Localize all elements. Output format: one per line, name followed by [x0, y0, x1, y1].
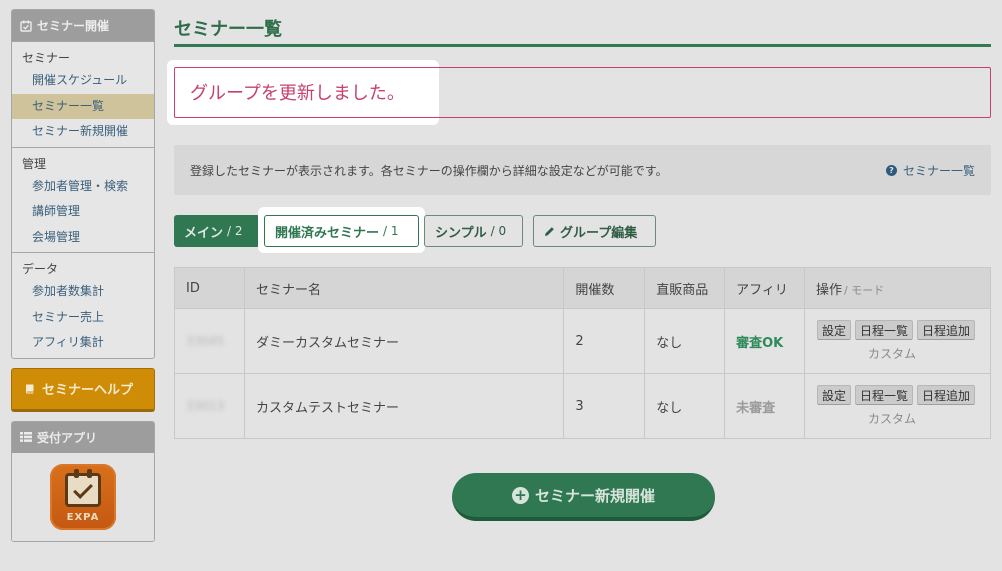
- nav-group-title: データ: [22, 262, 59, 276]
- reception-app-header: 受付アプリ: [12, 421, 154, 453]
- mode-label: / モード: [844, 283, 885, 297]
- sidebar-item-schedule[interactable]: 開催スケジュール: [12, 68, 154, 94]
- sidebar-item-seminar-list[interactable]: セミナー一覧: [12, 93, 154, 119]
- sidebar-item-instructors[interactable]: 講師管理: [12, 199, 154, 225]
- op-buttons: 設定 日程一覧 日程追加: [816, 320, 990, 340]
- grid-icon: [20, 432, 32, 442]
- add-schedule-button[interactable]: 日程追加: [917, 385, 976, 405]
- edit-groups-button[interactable]: グループ編集: [533, 215, 656, 247]
- col-header-affiliate: アフィリ: [724, 267, 805, 309]
- seminar-help-button[interactable]: セミナーヘルプ: [11, 367, 155, 412]
- tab-count: / 2: [227, 224, 243, 238]
- settings-button[interactable]: 設定: [816, 320, 851, 340]
- alert-message: グループを更新しました。: [190, 83, 405, 104]
- new-seminar-button[interactable]: + セミナー新規開催: [452, 473, 715, 521]
- col-header-ops: 操作 / モード: [803, 267, 992, 309]
- expa-app-icon[interactable]: EXPA: [50, 463, 116, 530]
- cell-times: 3: [563, 373, 646, 439]
- tab-main[interactable]: メイン/ 2: [174, 215, 260, 247]
- seminar-help-label: セミナーヘルプ: [42, 383, 134, 398]
- tab-held-seminars[interactable]: 開催済みセミナー/ 1: [264, 215, 419, 247]
- tab-label: グループ編集: [560, 225, 638, 241]
- sidebar-item-venues[interactable]: 会場管理: [12, 225, 154, 251]
- nav-group-title: セミナー: [22, 51, 71, 65]
- settings-button[interactable]: 設定: [816, 385, 851, 405]
- sidebar-item-participants[interactable]: 参加者管理・検索: [12, 174, 154, 200]
- nav-group-title: 管理: [22, 156, 47, 171]
- cell-affiliate: 未審査: [724, 373, 805, 439]
- title-divider: [174, 44, 991, 47]
- col-header-id: ID: [174, 267, 245, 309]
- mode-text: カスタム: [867, 412, 916, 426]
- seminar-menu-panel: セミナー開催 セミナー 開催スケジュール セミナー一覧 セミナー新規開催 管理 …: [11, 9, 155, 359]
- cell-ops: 設定 日程一覧 日程追加 カスタム: [803, 308, 992, 374]
- sidebar: セミナー開催 セミナー 開催スケジュール セミナー一覧 セミナー新規開催 管理 …: [11, 9, 155, 542]
- info-text: 登録したセミナーが表示されます。各セミナーの操作欄から詳細な設定などが可能です。: [190, 163, 668, 178]
- cell-id: 33045: [174, 308, 245, 374]
- col-header-times: 開催数: [563, 267, 646, 309]
- col-header-product: 直販商品: [644, 267, 726, 309]
- cell-id: 33013: [174, 373, 245, 439]
- seminar-menu-title: セミナー開催: [37, 19, 110, 33]
- pencil-icon: [545, 226, 554, 236]
- question-circle-icon: ?: [885, 164, 897, 176]
- tab-label: 開催済みセミナー: [275, 225, 380, 241]
- calendar-check-icon: [20, 20, 32, 32]
- affiliate-status: 未審査: [736, 400, 776, 416]
- seminar-table: ID セミナー名 開催数 直販商品 アフィリ 操作 / モード 33045 ダミー…: [174, 267, 992, 439]
- nav-group-data: データ 参加者数集計 セミナー売上 アフィリ集計: [12, 252, 154, 358]
- help-link[interactable]: ? セミナー一覧: [885, 162, 975, 179]
- sidebar-item-affiliate-stats[interactable]: アフィリ集計: [12, 330, 154, 356]
- tab-label: メイン: [184, 225, 224, 241]
- cell-ops: 設定 日程一覧 日程追加 カスタム: [803, 373, 992, 439]
- info-bar: 登録したセミナーが表示されます。各セミナーの操作欄から詳細な設定などが可能です。…: [174, 145, 991, 195]
- book-icon: [26, 384, 34, 393]
- tab-count: / 0: [490, 224, 507, 238]
- cell-name: ダミーカスタムセミナー: [243, 308, 565, 374]
- sidebar-item-new-seminar[interactable]: セミナー新規開催: [12, 119, 154, 145]
- seminar-id: 33045: [186, 333, 225, 348]
- group-tabs: メイン/ 2 開催済みセミナー/ 1 シンプル/ 0 グループ編集: [174, 207, 774, 253]
- new-seminar-label: セミナー新規開催: [534, 486, 655, 505]
- schedule-list-button[interactable]: 日程一覧: [855, 385, 914, 405]
- schedule-list-button[interactable]: 日程一覧: [855, 320, 914, 340]
- expa-logo-text: EXPA: [66, 511, 100, 523]
- tab-simple[interactable]: シンプル/ 0: [424, 215, 523, 247]
- page-title: セミナー一覧: [174, 19, 282, 40]
- tab-count: / 1: [383, 224, 399, 238]
- affiliate-status: 審査OK: [736, 335, 784, 351]
- mode-text: カスタム: [867, 347, 916, 361]
- col-header-name: セミナー名: [243, 267, 565, 309]
- help-link-label: セミナー一覧: [902, 163, 975, 178]
- cell-product: なし: [644, 373, 726, 439]
- nav-group-seminar: セミナー 開催スケジュール セミナー一覧 セミナー新規開催: [12, 41, 154, 147]
- table-header-row: ID セミナー名 開催数 直販商品 アフィリ 操作 / モード: [174, 267, 992, 309]
- reception-app-title: 受付アプリ: [37, 430, 98, 445]
- cell-name: カスタムテストセミナー: [243, 373, 565, 439]
- table-row: 33045 ダミーカスタムセミナー 2 なし 審査OK 設定 日程一覧 日程追加…: [174, 308, 992, 374]
- reception-app-panel: 受付アプリ EXPA: [11, 420, 155, 542]
- seminar-menu-header: セミナー開催: [12, 10, 154, 41]
- nav-group-admin: 管理 参加者管理・検索 講師管理 会場管理: [12, 146, 154, 253]
- cell-affiliate: 審査OK: [724, 308, 805, 374]
- sidebar-item-participant-stats[interactable]: 参加者数集計: [12, 279, 154, 305]
- op-buttons: 設定 日程一覧 日程追加: [816, 385, 990, 405]
- sidebar-item-sales[interactable]: セミナー売上: [12, 305, 154, 331]
- seminar-id: 33013: [186, 398, 225, 413]
- plus-circle-icon: +: [511, 486, 529, 504]
- reception-app-body: EXPA: [12, 452, 154, 541]
- cell-times: 2: [563, 308, 646, 374]
- ops-label: 操作: [815, 282, 842, 298]
- table-row: 33013 カスタムテストセミナー 3 なし 未審査 設定 日程一覧 日程追加 …: [174, 373, 992, 439]
- tab-label: シンプル: [435, 225, 487, 241]
- add-schedule-button[interactable]: 日程追加: [917, 320, 976, 340]
- cell-product: なし: [644, 308, 726, 374]
